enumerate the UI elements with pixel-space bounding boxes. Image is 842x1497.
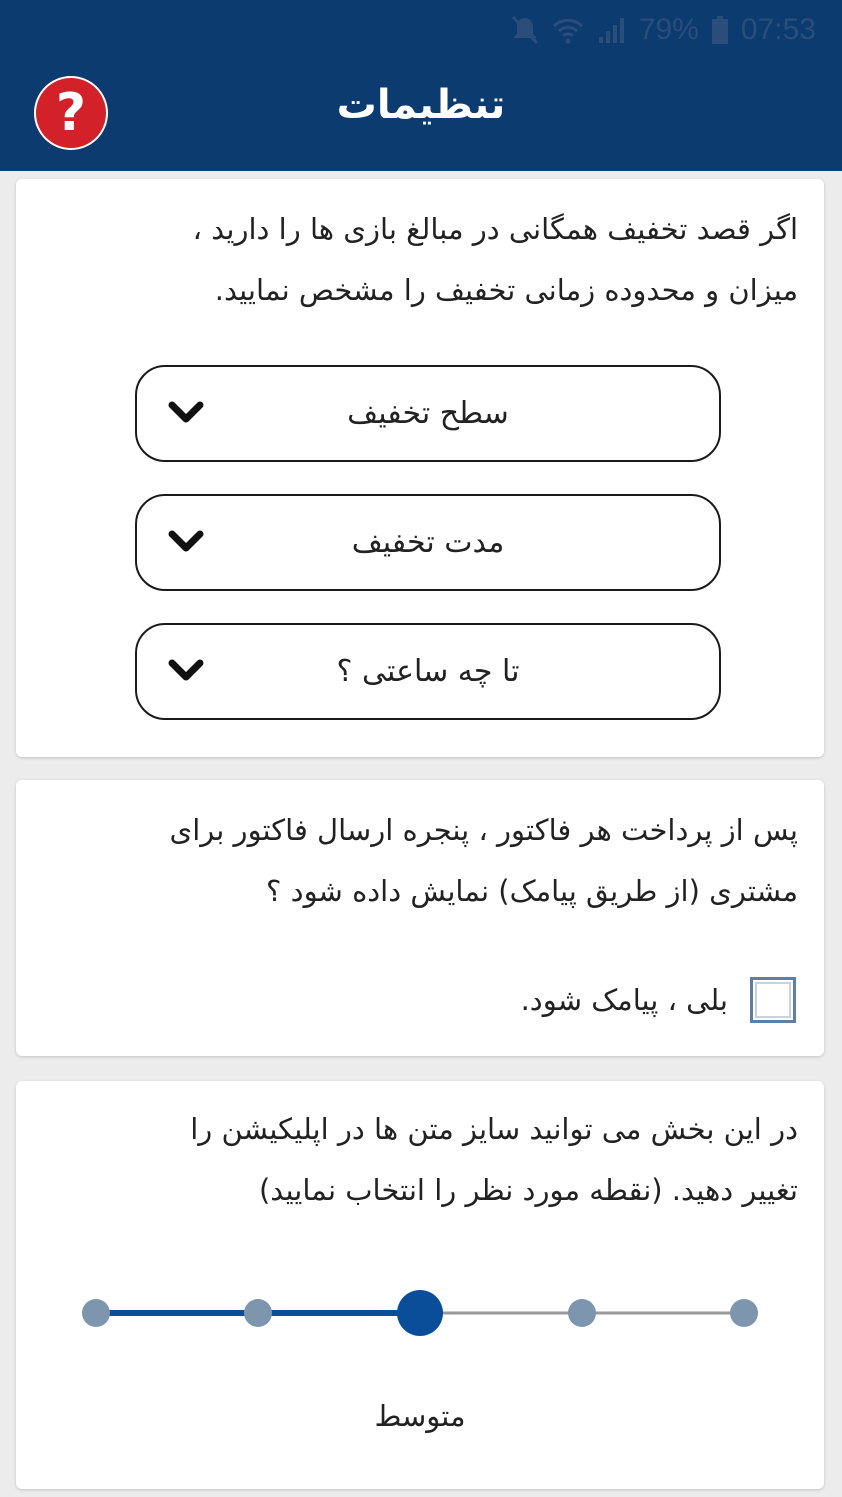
wifi-icon [551,15,585,45]
slider-thumb[interactable] [397,1290,443,1336]
text-size-card: در این بخش می توانید سایز متن ها در اپلی… [16,1081,824,1489]
signal-icon [597,15,627,45]
chevron-down-icon [168,530,204,552]
discount-card: اگر قصد تخفیف همگانی در مبالغ بازی ها را… [16,179,824,757]
discount-duration-dropdown[interactable]: مدت تخفیف [135,494,721,591]
discount-line-1: اگر قصد تخفیف همگانی در مبالغ بازی ها را… [192,212,798,246]
status-bar: 79% 07:53 [511,10,816,50]
invoice-sms-card: پس از پرداخت هر فاکتور ، پنجره ارسال فاک… [16,780,824,1056]
chevron-down-icon [168,659,204,681]
sms-checkbox[interactable] [750,977,796,1023]
invoice-description: پس از پرداخت هر فاکتور ، پنجره ارسال فاک… [16,780,824,922]
discount-line-2: میزان و محدوده زمانی تخفیف را مشخص نمایی… [214,273,798,307]
dropdown-label: سطح تخفیف [347,396,509,431]
battery-percent: 79% [638,13,699,46]
slider-step-dot[interactable] [568,1299,596,1327]
dropdown-label: تا چه ساعتی ؟ [336,654,520,689]
app-bar: 79% 07:53 ? تنظیمات [0,0,842,171]
slider-step-dot[interactable] [244,1299,272,1327]
page-title: تنظیمات [336,82,506,128]
invoice-line-2: مشتری (از طریق پیامک) نمایش داده شود ؟ [266,874,798,908]
discount-description: اگر قصد تخفیف همگانی در مبالغ بازی ها را… [16,179,824,321]
slider-step-dot[interactable] [730,1299,758,1327]
sms-checkbox-label[interactable]: بلی ، پیامک شود. [521,970,728,1031]
discount-level-dropdown[interactable]: سطح تخفیف [135,365,721,462]
dropdown-label: مدت تخفیف [351,525,505,560]
mute-icon [511,15,539,45]
selected-size-label: متوسط [374,1399,466,1433]
chevron-down-icon [168,401,204,423]
slider-step-dot[interactable] [82,1299,110,1327]
invoice-line-1: پس از پرداخت هر فاکتور ، پنجره ارسال فاک… [169,813,798,847]
battery-icon [711,15,729,45]
clock: 07:53 [740,13,816,46]
discount-until-time-dropdown[interactable]: تا چه ساعتی ؟ [135,623,721,720]
